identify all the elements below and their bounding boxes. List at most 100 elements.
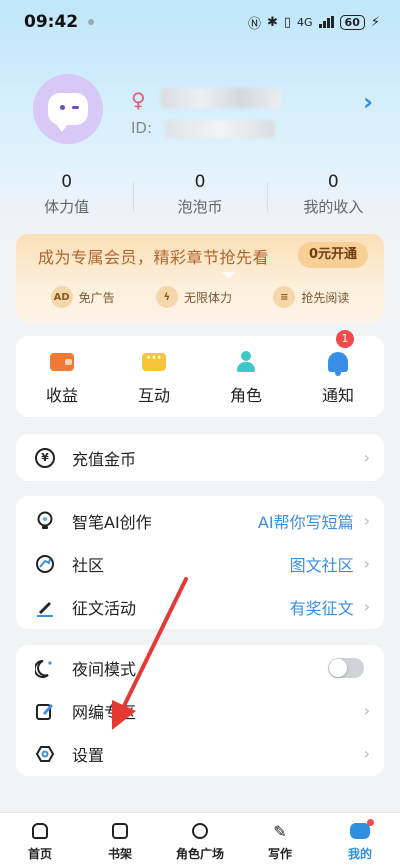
tab-character-square[interactable]: 角色广场 [160, 813, 240, 866]
settings-card: 夜间模式 网编专区 › 设置 › [16, 645, 384, 776]
ad-icon: AD [50, 286, 73, 308]
pen-icon [34, 596, 56, 618]
chevron-right-icon[interactable]: › [363, 88, 373, 116]
row-value: 有奖征文 [289, 598, 354, 618]
status-time: 09:42 [24, 12, 79, 32]
quick-notifications[interactable]: 1 通知 [292, 330, 384, 417]
chevron-right-icon: › [363, 744, 370, 763]
planet-icon [192, 823, 208, 839]
person-icon [234, 351, 258, 373]
nickname-redacted [161, 88, 281, 108]
vip-perks: AD 免广告 ϟ 无限体力 ≡ 抢先阅读 [16, 286, 384, 308]
tab-me[interactable]: 我的 [320, 813, 400, 866]
row-night-mode[interactable]: 夜间模式 [16, 646, 384, 689]
female-gender-icon: ♀ [131, 88, 146, 112]
moon-icon [34, 657, 56, 679]
notification-dot-icon [88, 19, 95, 25]
stats-row: 0 体力值 0 泡泡币 0 我的收入 [0, 172, 400, 222]
status-bar: 09:42 Ⓝ ✱ ▯ 4G 60 ⚡ [0, 0, 400, 44]
recharge-row[interactable]: ¥ 充值金币 › [16, 434, 384, 481]
row-label: 网编专区 [72, 702, 137, 722]
stat-value: 0 [327, 172, 339, 192]
home-icon [32, 823, 48, 839]
row-label: 夜间模式 [72, 659, 137, 679]
status-icons: Ⓝ ✱ ▯ 4G 60 ⚡ [248, 13, 380, 32]
edit-icon [34, 700, 56, 722]
row-label: 社区 [72, 555, 105, 575]
me-icon [350, 819, 374, 839]
vip-notch [222, 272, 236, 279]
row-ai-creation[interactable]: 智笔AI创作 AI帮你写短篇 › [16, 499, 384, 542]
coin-icon: ¥ [35, 447, 55, 468]
row-editor-zone[interactable]: 网编专区 › [16, 689, 384, 732]
tab-label: 我的 [347, 847, 372, 861]
signal-icon [318, 16, 334, 28]
tab-write[interactable]: ✎ 写作 [240, 813, 320, 866]
stat-label: 泡泡币 [177, 198, 223, 216]
row-community[interactable]: 社区 图文社区 › [16, 542, 384, 585]
row-settings[interactable]: 设置 › [16, 732, 384, 775]
stat-bubble-coins[interactable]: 0 泡泡币 [133, 172, 266, 222]
chevron-right-icon: › [363, 554, 370, 573]
row-value: 图文社区 [289, 555, 354, 575]
bottom-tab-bar: 首页 书架 角色广场 ✎ 写作 我的 [0, 812, 400, 866]
stat-income[interactable]: 0 我的收入 [266, 172, 400, 222]
quick-label: 收益 [45, 386, 78, 405]
vibrate-icon: ▯ [283, 14, 292, 30]
quick-earnings[interactable]: 收益 [16, 336, 108, 417]
quick-label: 通知 [321, 386, 354, 405]
creation-card: 智笔AI创作 AI帮你写短篇 › 社区 图文社区 › 征文活动 有奖征文 › [16, 496, 384, 629]
tab-label: 首页 [27, 847, 52, 861]
quick-character[interactable]: 角色 [200, 336, 292, 417]
quick-actions: 收益 互动 角色 1 通知 [16, 330, 384, 417]
chevron-right-icon: › [363, 511, 370, 530]
vip-title: 成为专属会员，精彩章节抢先看 [38, 248, 270, 267]
tab-home[interactable]: 首页 [0, 813, 80, 866]
stat-label: 我的收入 [303, 198, 364, 216]
network-type: 4G [297, 15, 313, 29]
quick-interaction[interactable]: 互动 [108, 336, 200, 417]
stat-stamina[interactable]: 0 体力值 [0, 172, 133, 222]
stat-label: 体力值 [44, 198, 90, 216]
vip-open-button[interactable]: 0元开通 [298, 242, 368, 268]
bookshelf-icon [112, 823, 128, 839]
chevron-right-icon: › [363, 701, 370, 720]
profile-header[interactable]: ♀ ID: › [33, 74, 373, 146]
stat-value: 0 [194, 172, 206, 192]
quick-label: 角色 [229, 386, 262, 405]
bluetooth-icon: ✱ [266, 14, 278, 30]
row-writing-contest[interactable]: 征文活动 有奖征文 › [16, 585, 384, 628]
nfc-icon: Ⓝ [247, 16, 261, 32]
notification-badge: 1 [336, 330, 354, 348]
row-value: AI帮你写短篇 [257, 512, 354, 532]
perk-label: 抢先阅读 [301, 290, 350, 305]
row-label: 设置 [72, 745, 105, 765]
tab-label: 写作 [267, 847, 292, 861]
avatar[interactable] [33, 74, 103, 144]
lightbulb-icon [34, 510, 56, 532]
tab-label: 角色广场 [175, 847, 224, 861]
chat-icon [142, 350, 166, 371]
settings-icon [34, 743, 56, 765]
avatar-bubble-icon [48, 93, 88, 132]
user-id-redacted [165, 120, 275, 138]
perk-no-ads: AD 免广告 [50, 286, 115, 308]
perk-unlimited-stamina: ϟ 无限体力 [155, 286, 232, 308]
lightning-icon: ϟ [155, 286, 178, 308]
tab-bookshelf[interactable]: 书架 [80, 813, 160, 866]
row-label: 智笔AI创作 [72, 512, 152, 532]
tab-label: 书架 [107, 847, 132, 861]
perk-label: 免广告 [78, 290, 115, 305]
perk-label: 无限体力 [183, 290, 232, 305]
community-icon [34, 553, 56, 575]
vip-banner[interactable]: 成为专属会员，精彩章节抢先看 0元开通 AD 免广告 ϟ 无限体力 ≡ 抢先阅读 [16, 234, 384, 322]
stat-value: 0 [61, 172, 73, 192]
chevron-right-icon: › [363, 448, 370, 467]
charging-icon: ⚡ [370, 14, 380, 30]
night-mode-toggle[interactable] [328, 657, 364, 678]
write-icon: ✎ [273, 821, 287, 841]
row-label: 充值金币 [72, 449, 137, 469]
recharge-card: ¥ 充值金币 › [16, 434, 384, 481]
book-icon: ≡ [273, 286, 296, 308]
perk-early-reading: ≡ 抢先阅读 [273, 286, 349, 308]
